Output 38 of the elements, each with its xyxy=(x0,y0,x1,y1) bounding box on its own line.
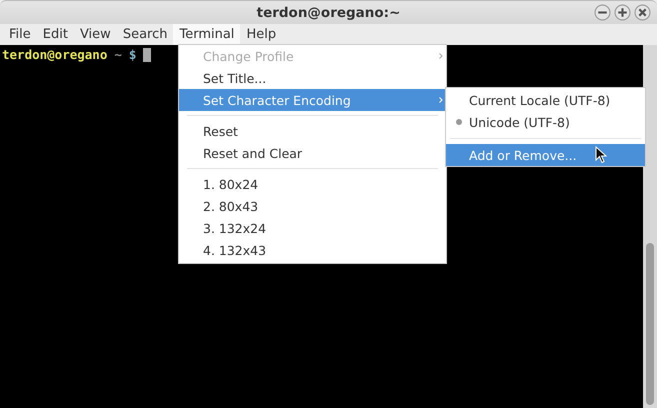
menu-item[interactable]: Reset xyxy=(179,120,446,142)
menu-item-label: Reset and Clear xyxy=(203,146,302,160)
menu-item[interactable]: Help xyxy=(240,24,282,45)
menu-item-label: Reset xyxy=(203,124,238,138)
menu-item[interactable]: Unicode (UTF-8) xyxy=(446,111,645,133)
mouse-pointer-icon xyxy=(595,146,607,164)
menu-item-label: Set Title... xyxy=(203,70,266,86)
text-cursor xyxy=(143,48,152,62)
menu-item-label: 1. 80x24 xyxy=(203,176,258,192)
menu-item-label: Add or Remove... xyxy=(469,148,577,162)
menu-item-label: Change Profile xyxy=(203,48,294,64)
prompt-path: ~ xyxy=(114,47,122,62)
prompt-symbol: $ xyxy=(128,47,136,62)
menu-item[interactable]: Edit xyxy=(36,24,74,45)
minimize-icon[interactable] xyxy=(594,4,611,21)
menu-item[interactable]: 2. 80x43 xyxy=(179,195,446,217)
menu-item[interactable]: Set Title... xyxy=(179,67,446,89)
window-title: terdon@oregano:~ xyxy=(256,4,400,20)
menu-item[interactable]: Terminal xyxy=(173,24,240,45)
menu-item-label: 4. 132x43 xyxy=(203,242,266,258)
menu-item[interactable]: 1. 80x24 xyxy=(179,173,446,195)
menu-item-label: Unicode (UTF-8) xyxy=(469,114,570,130)
menu-item[interactable]: 4. 132x43 xyxy=(179,239,446,261)
menu-item[interactable]: 3. 132x24 xyxy=(179,217,446,239)
menu-item-label: 2. 80x43 xyxy=(203,198,258,214)
prompt-user: terdon@oregano xyxy=(2,47,108,62)
menu-item-label: Current Locale (UTF-8) xyxy=(469,92,610,108)
menu-item-label: Set Character Encoding xyxy=(203,92,351,108)
menu-item[interactable]: File xyxy=(3,24,37,45)
menu-item-label: 3. 132x24 xyxy=(203,220,266,236)
maximize-icon[interactable] xyxy=(614,4,631,21)
scrollbar-thumb[interactable] xyxy=(646,243,654,405)
menu-item[interactable]: Search xyxy=(116,24,174,45)
close-icon[interactable] xyxy=(634,4,651,21)
menu-item[interactable]: Current Locale (UTF-8) xyxy=(446,89,645,111)
scrollbar[interactable] xyxy=(643,45,657,408)
menu-item[interactable]: View xyxy=(74,24,117,45)
menu-item[interactable]: Reset and Clear xyxy=(179,142,446,164)
